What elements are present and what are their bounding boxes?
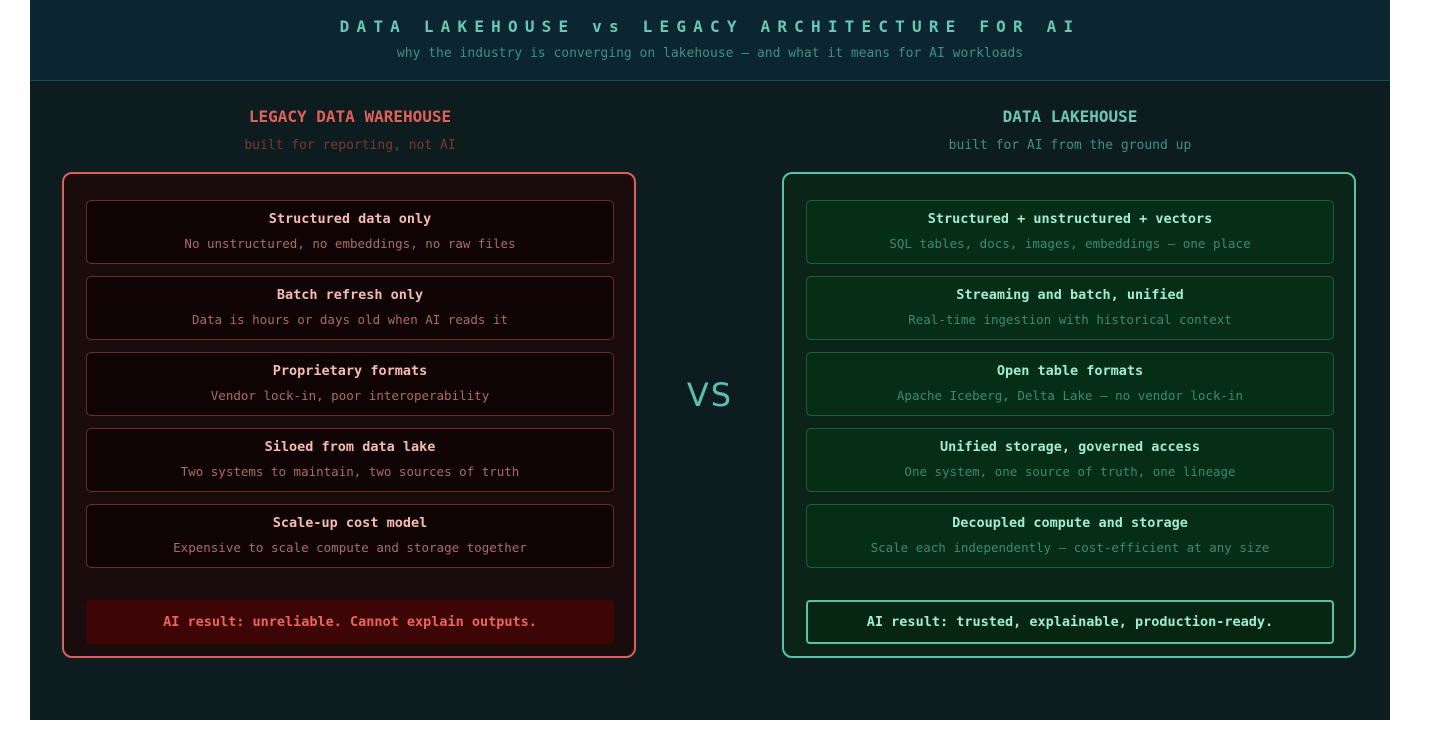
- legacy-item-card: Proprietary formats Vendor lock-in, poor…: [86, 352, 614, 416]
- lakehouse-item-desc: Real-time ingestion with historical cont…: [908, 312, 1232, 327]
- header: DATA LAKEHOUSE vs LEGACY ARCHITECTURE FO…: [30, 0, 1390, 81]
- legacy-item-desc: Expensive to scale compute and storage t…: [173, 540, 527, 555]
- lakehouse-item-card: Streaming and batch, unified Real-time i…: [806, 276, 1334, 340]
- lakehouse-item-title: Decoupled compute and storage: [952, 515, 1188, 531]
- legacy-item-card: Batch refresh only Data is hours or days…: [86, 276, 614, 340]
- lakehouse-result-banner: AI result: trusted, explainable, product…: [806, 600, 1334, 644]
- legacy-item-title: Batch refresh only: [276, 287, 424, 303]
- legacy-item-title: Proprietary formats: [272, 363, 428, 379]
- page-title: DATA LAKEHOUSE vs LEGACY ARCHITECTURE FO…: [339, 17, 1081, 36]
- page-subtitle: why the industry is converging on lakeho…: [396, 46, 1024, 61]
- legacy-item-desc: Two systems to maintain, two sources of …: [180, 464, 520, 479]
- legacy-item-desc: Data is hours or days old when AI reads …: [191, 312, 509, 327]
- lakehouse-item-card: Structured + unstructured + vectors SQL …: [806, 200, 1334, 264]
- lakehouse-item-title: Unified storage, governed access: [939, 439, 1201, 455]
- lakehouse-item-title: Open table formats: [996, 363, 1144, 379]
- legacy-item-card: Scale-up cost model Expensive to scale c…: [86, 504, 614, 568]
- lakehouse-item-desc: Scale each independently — cost-efficien…: [870, 540, 1270, 555]
- legacy-column-subtitle: built for reporting, not AI: [244, 138, 456, 153]
- lakehouse-item-card: Open table formats Apache Iceberg, Delta…: [806, 352, 1334, 416]
- lakehouse-item-card: Unified storage, governed access One sys…: [806, 428, 1334, 492]
- legacy-result-banner: AI result: unreliable. Cannot explain ou…: [86, 600, 614, 644]
- legacy-item-desc: No unstructured, no embeddings, no raw f…: [184, 236, 516, 251]
- legacy-column-title: LEGACY DATA WAREHOUSE: [248, 107, 452, 126]
- legacy-item-title: Structured data only: [268, 211, 432, 227]
- lakehouse-column-subtitle: built for AI from the ground up: [948, 138, 1192, 153]
- legacy-item-card: Structured data only No unstructured, no…: [86, 200, 614, 264]
- diagram-canvas: DATA LAKEHOUSE vs LEGACY ARCHITECTURE FO…: [30, 0, 1390, 720]
- legacy-item-title: Siloed from data lake: [264, 439, 436, 455]
- legacy-panel: Structured data only No unstructured, no…: [62, 172, 636, 658]
- lakehouse-item-title: Streaming and batch, unified: [956, 287, 1184, 303]
- lakehouse-item-desc: Apache Iceberg, Delta Lake — no vendor l…: [896, 388, 1244, 403]
- lakehouse-column-title: DATA LAKEHOUSE: [1002, 107, 1138, 126]
- vs-label: VS: [686, 376, 734, 414]
- legacy-item-desc: Vendor lock-in, poor interoperability: [210, 388, 490, 403]
- lakehouse-item-desc: SQL tables, docs, images, embeddings — o…: [889, 236, 1251, 251]
- legacy-item-title: Scale-up cost model: [272, 515, 428, 531]
- lakehouse-item-card: Decoupled compute and storage Scale each…: [806, 504, 1334, 568]
- legacy-item-card: Siloed from data lake Two systems to mai…: [86, 428, 614, 492]
- lakehouse-item-title: Structured + unstructured + vectors: [927, 211, 1213, 227]
- lakehouse-panel: Structured + unstructured + vectors SQL …: [782, 172, 1356, 658]
- lakehouse-item-desc: One system, one source of truth, one lin…: [904, 464, 1236, 479]
